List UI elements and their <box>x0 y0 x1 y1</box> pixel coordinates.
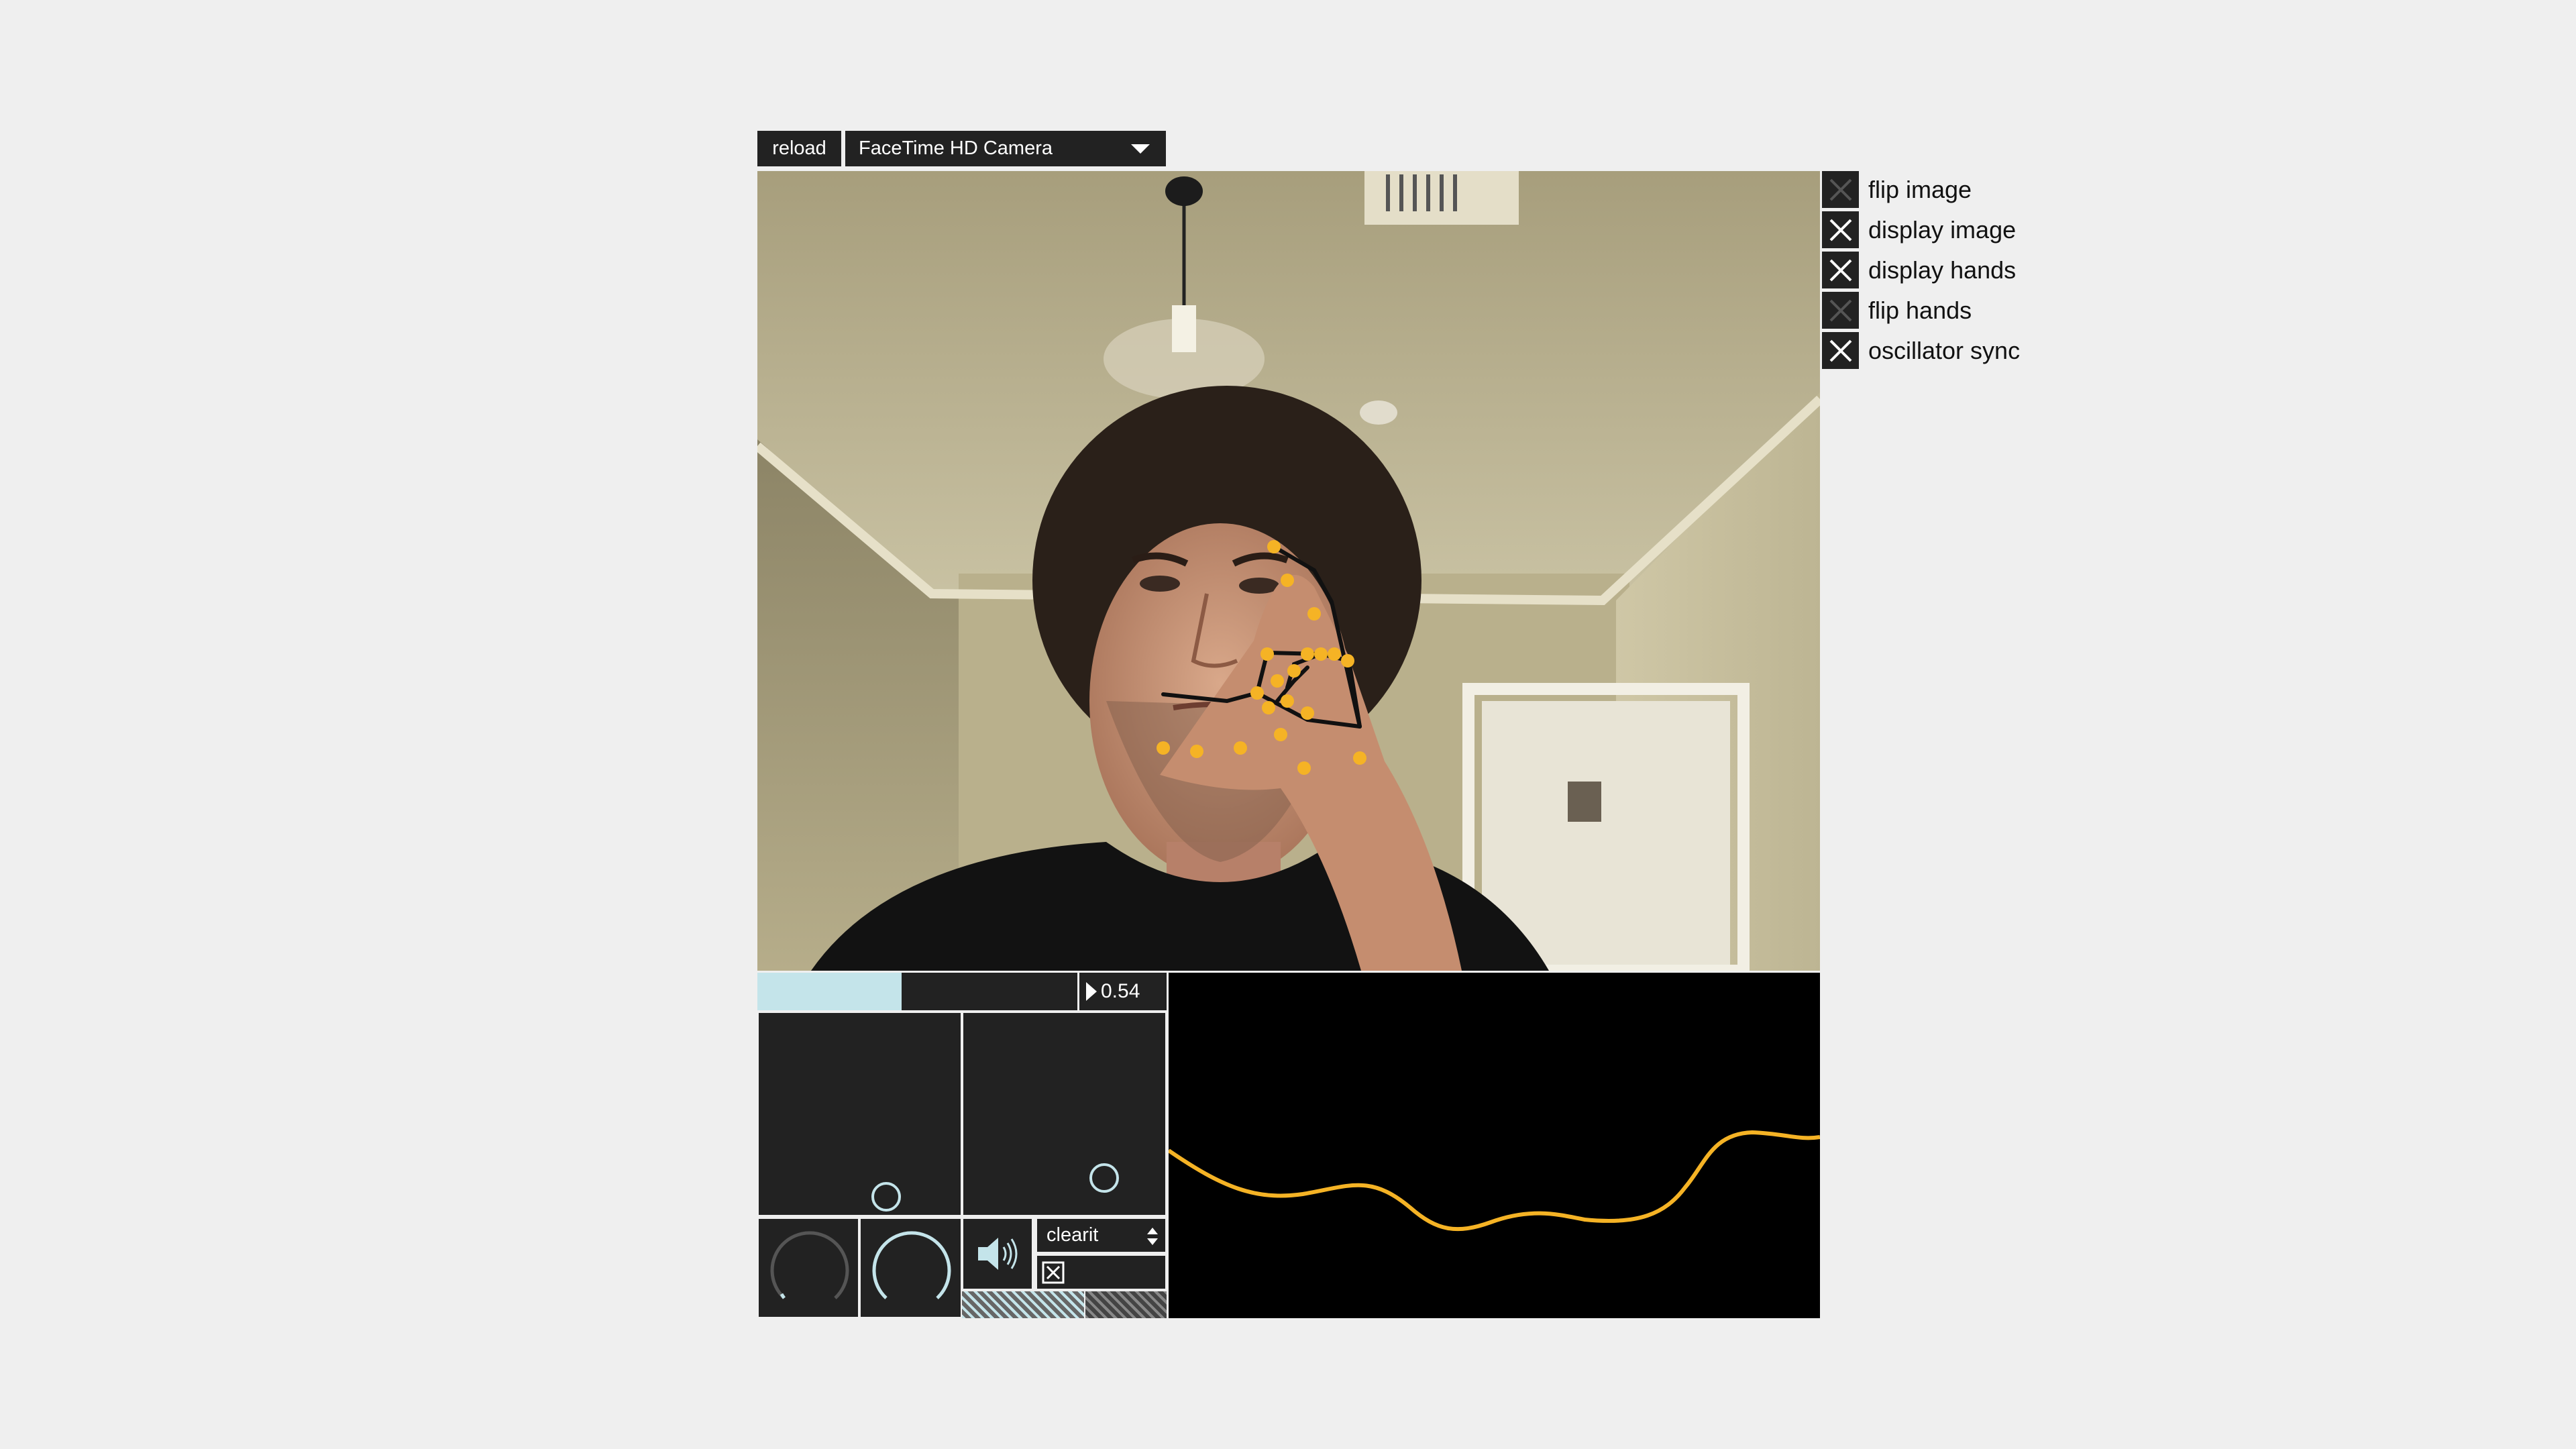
x-check-icon <box>1829 299 1851 321</box>
option-label: flip image <box>1868 175 1972 203</box>
x-check-icon <box>1829 259 1851 281</box>
number-box[interactable]: 0.54 <box>1079 973 1167 1010</box>
oscillator-sync-checkbox[interactable] <box>1822 332 1859 369</box>
dial-right[interactable] <box>859 1218 962 1318</box>
clear-menu[interactable]: clearit <box>1036 1218 1167 1253</box>
number-value: 0.54 <box>1101 980 1140 1002</box>
xy-pad-handle[interactable] <box>1089 1163 1119 1193</box>
small-toggle[interactable] <box>1036 1254 1167 1290</box>
option-label: display image <box>1868 215 2017 244</box>
menu-arrows-icon <box>1147 1228 1158 1245</box>
dial-arc-right <box>872 1231 951 1299</box>
xy-pad-right[interactable] <box>962 1012 1167 1216</box>
horizontal-slider[interactable] <box>757 973 1077 1010</box>
number-play-triangle-icon <box>1086 982 1097 1001</box>
option-label: display hands <box>1868 256 2017 284</box>
option-display-image[interactable]: display image <box>1822 211 2016 248</box>
option-label: flip hands <box>1868 296 1972 324</box>
xy-pad-left[interactable] <box>757 1012 962 1216</box>
option-display-hands[interactable]: display hands <box>1822 252 2016 288</box>
option-oscillator-sync[interactable]: oscillator sync <box>1822 332 2020 369</box>
x-check-icon <box>1829 339 1851 362</box>
reload-button[interactable]: reload <box>757 131 841 166</box>
dial-arc-left <box>770 1231 849 1299</box>
x-check-icon <box>1829 178 1851 201</box>
waveform-line <box>1167 1130 1821 1232</box>
camera-select-value: FaceTime HD Camera <box>859 138 1053 159</box>
option-flip-image[interactable]: flip image <box>1822 171 1972 208</box>
flip-hands-checkbox[interactable] <box>1822 292 1859 329</box>
speaker-button[interactable] <box>962 1218 1033 1290</box>
flip-image-checkbox[interactable] <box>1822 171 1859 208</box>
clear-menu-value: clearit <box>1046 1224 1099 1246</box>
meter-right <box>1085 1291 1167 1318</box>
option-flip-hands[interactable]: flip hands <box>1822 292 1972 329</box>
video-frame <box>757 171 1820 971</box>
x-check-icon <box>1042 1261 1065 1283</box>
dropdown-caret-icon <box>1131 144 1150 154</box>
camera-video-feed <box>757 171 1820 971</box>
speaker-icon <box>978 1238 1018 1270</box>
option-label: oscillator sync <box>1868 336 2021 364</box>
meter-left <box>962 1291 1084 1318</box>
xy-pad-handle[interactable] <box>871 1182 901 1212</box>
x-check-icon <box>1829 219 1851 241</box>
display-hands-checkbox[interactable] <box>1822 252 1859 288</box>
reload-label: reload <box>772 138 826 159</box>
camera-select[interactable]: FaceTime HD Camera <box>845 131 1166 166</box>
waveform-scope <box>1167 973 1821 1318</box>
waveform-svg <box>1167 1130 1821 1232</box>
display-image-checkbox[interactable] <box>1822 211 1859 248</box>
slider-fill <box>757 973 902 1010</box>
dial-left[interactable] <box>757 1218 859 1318</box>
